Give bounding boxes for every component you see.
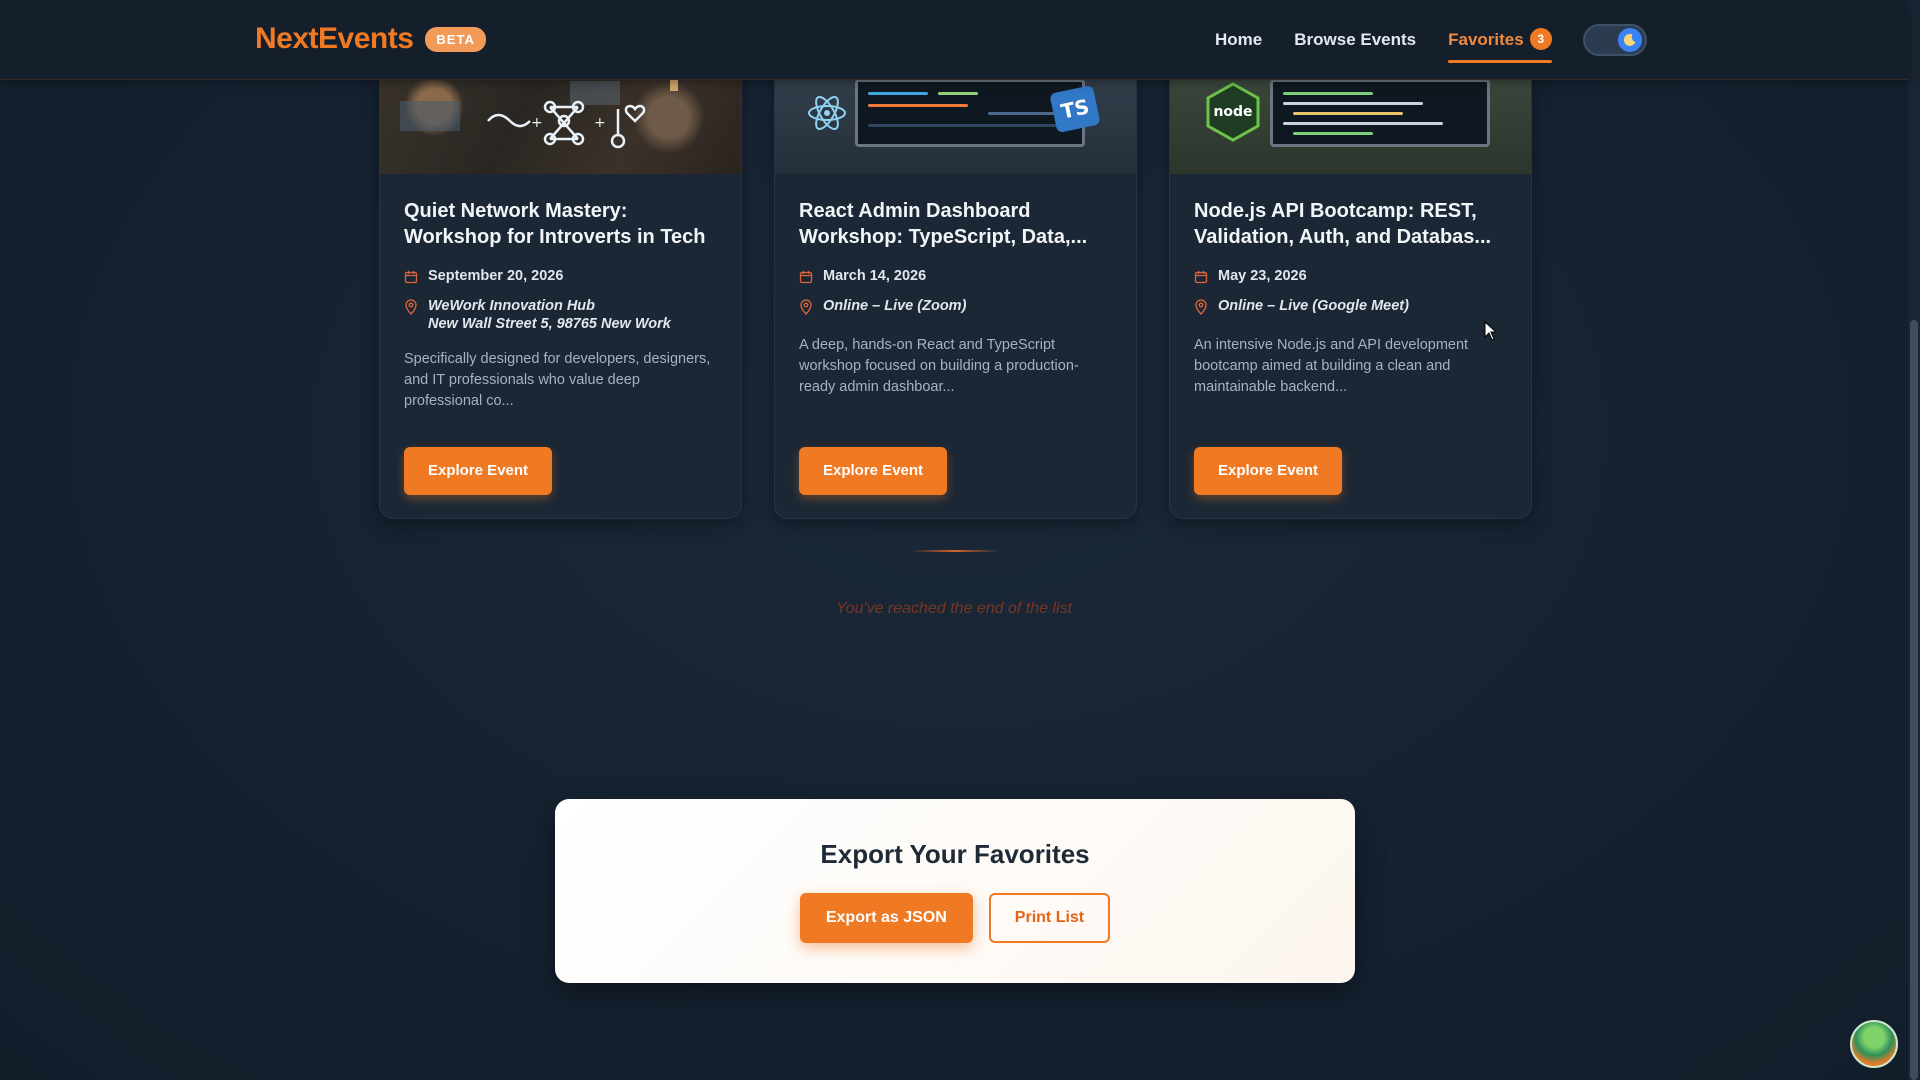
event-card: + + Quiet Network Mastery: Workshop for … [379, 60, 742, 519]
map-pin-icon [404, 297, 418, 333]
event-location: Online – Live (Zoom) [799, 297, 1112, 319]
react-logo-icon [808, 96, 846, 130]
scrollbar-thumb[interactable] [1910, 320, 1918, 1080]
event-title[interactable]: React Admin Dashboard Workshop: TypeScri… [799, 198, 1112, 250]
brand[interactable]: NextEvents BETA [255, 22, 486, 56]
explore-event-button[interactable]: Explore Event [1194, 447, 1343, 495]
assistant-avatar-icon[interactable] [1850, 1020, 1898, 1068]
event-date: September 20, 2026 [404, 268, 717, 288]
mouse-cursor-icon [1484, 321, 1498, 341]
brand-logo-text[interactable]: NextEvents [255, 22, 414, 56]
export-panel: Export Your Favorites Export as JSON Pri… [555, 799, 1355, 983]
theme-toggle[interactable] [1583, 24, 1647, 56]
svg-text:+: + [531, 115, 543, 131]
explore-event-button[interactable]: Explore Event [799, 447, 948, 495]
event-date: May 23, 2026 [1194, 268, 1507, 288]
main-nav: Home Browse Events Favorites 3 [1215, 26, 1552, 63]
event-date: March 14, 2026 [799, 268, 1112, 288]
event-venue: Online – Live (Google Meet) [1218, 298, 1409, 314]
moon-icon [1618, 28, 1642, 52]
export-actions: Export as JSON Print List [555, 893, 1355, 943]
event-description: Specifically designed for developers, de… [404, 351, 711, 409]
event-date-text: March 14, 2026 [823, 268, 927, 284]
event-date-text: September 20, 2026 [428, 268, 564, 284]
nav-home[interactable]: Home [1215, 26, 1262, 62]
event-description: A deep, hands-on React and TypeScript wo… [799, 337, 1079, 395]
svg-text:+: + [594, 115, 606, 131]
map-pin-icon [799, 297, 813, 319]
favorites-grid: + + Quiet Network Mastery: Workshop for … [379, 60, 1532, 519]
event-date-text: May 23, 2026 [1218, 268, 1307, 284]
event-description: An intensive Node.js and API development… [1194, 337, 1469, 395]
event-venue: Online – Live (Zoom) [823, 298, 967, 314]
event-location: Online – Live (Google Meet) [1194, 297, 1507, 319]
typescript-logo-icon: TS [1049, 84, 1101, 134]
event-card: TS React Admin Dashboard Workshop: TypeS… [774, 60, 1137, 519]
export-title: Export Your Favorites [820, 839, 1090, 869]
section-divider [910, 550, 1000, 552]
map-pin-icon [1194, 297, 1208, 319]
laptop-illustration [1270, 79, 1490, 147]
nav-browse-events[interactable]: Browse Events [1294, 26, 1416, 62]
calendar-icon [799, 268, 813, 288]
nav-favorites-label: Favorites [1448, 30, 1524, 49]
event-address: New Wall Street 5, 98765 New Work [428, 316, 671, 332]
print-list-button[interactable]: Print List [988, 893, 1111, 943]
svg-text:node: node [1213, 104, 1252, 120]
export-json-button[interactable]: Export as JSON [799, 893, 973, 943]
nav-favorites[interactable]: Favorites 3 [1448, 26, 1552, 63]
event-location: WeWork Innovation Hub New Wall Street 5,… [404, 297, 717, 333]
nodejs-logo-icon: node [1206, 82, 1260, 142]
event-title[interactable]: Quiet Network Mastery: Workshop for Intr… [404, 198, 717, 250]
calendar-icon [1194, 268, 1208, 288]
event-venue: WeWork Innovation Hub [428, 298, 596, 314]
laptop-illustration [855, 79, 1085, 147]
event-title[interactable]: Node.js API Bootcamp: REST, Validation, … [1194, 198, 1507, 250]
beta-badge: BETA [425, 26, 486, 52]
favorites-count-badge: 3 [1529, 28, 1552, 50]
calendar-icon [404, 268, 418, 288]
top-navbar: NextEvents BETA Home Browse Events Favor… [0, 0, 1908, 80]
end-of-list-message: You've reached the end of the list [835, 600, 1073, 617]
explore-event-button[interactable]: Explore Event [404, 447, 553, 495]
event-card: node Node.js API Bootcamp: REST, Validat… [1169, 60, 1532, 519]
